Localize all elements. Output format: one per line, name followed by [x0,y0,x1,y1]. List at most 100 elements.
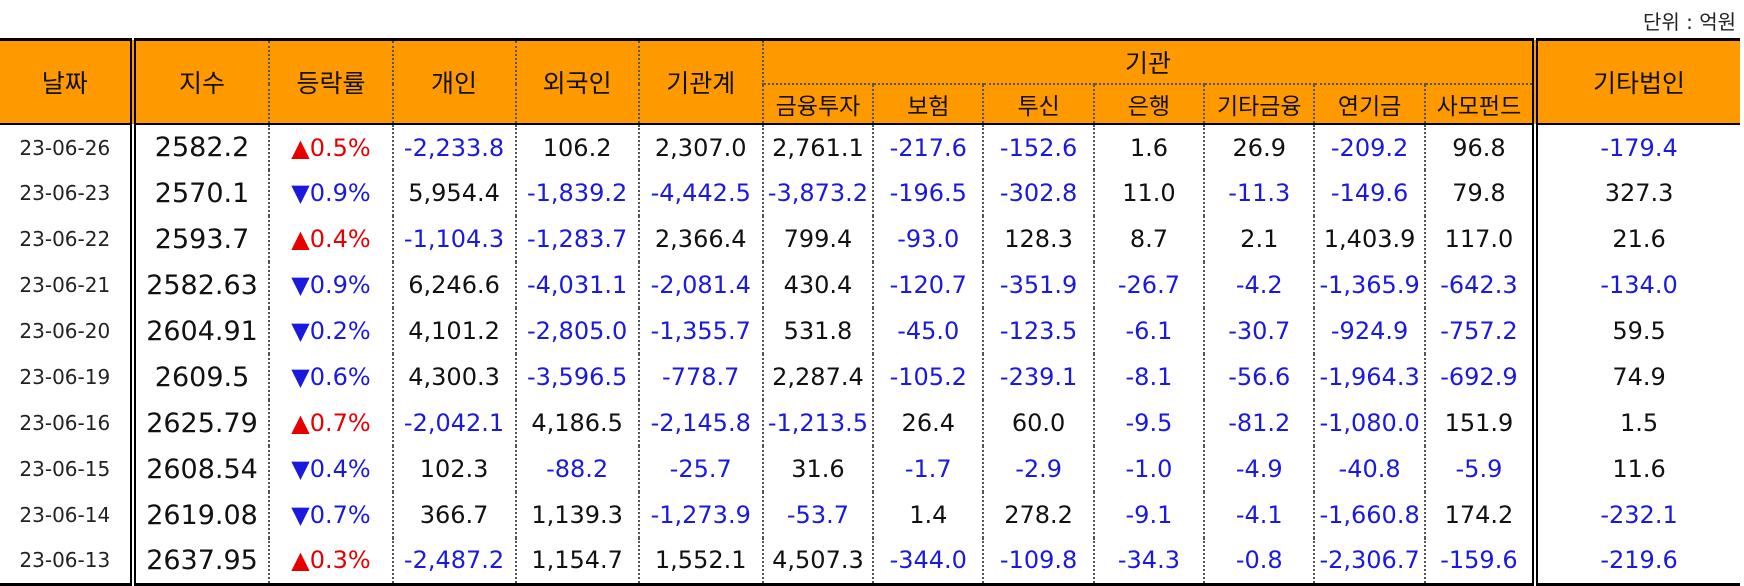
change-cell: ▲0.4% [268,216,393,262]
change-value: 0.7% [309,409,371,437]
down-triangle-icon: ▼ [291,271,310,299]
header-trust: 투신 [982,83,1094,124]
other-fin-cell: -30.7 [1203,308,1315,354]
inst-total-cell: 1,552.1 [637,538,763,584]
other-fin-cell: -81.2 [1203,400,1315,446]
inst-total-cell: -1,355.7 [637,308,763,354]
pension-cell: -1,964.3 [1313,354,1425,400]
header-inst-total: 기관계 [637,39,763,124]
trust-cell: -152.6 [982,123,1094,170]
change-cell: ▲0.3% [268,538,393,584]
date-cell: 23-06-23 [19,181,111,205]
table-row: 23-06-20 2604.91 ▼0.2% 4,101.2 -2,805.0 -1,35… [0,308,1740,354]
inst-total-cell: -25.7 [637,446,763,492]
bank-cell: 11.0 [1092,170,1205,216]
table-row: 23-06-21 2582.63 ▼0.9% 6,246.6 -4,031.1 -2,08… [0,262,1740,308]
inst-total-cell: 2,366.4 [637,216,763,262]
other-fin-cell: -4.9 [1203,446,1315,492]
fin-invest-cell: -53.7 [761,492,874,538]
change-value: 0.3% [309,546,371,575]
index-cell: 2637.95 [129,538,270,584]
index-cell: 2609.5 [129,354,270,400]
table-row: 23-06-13 2637.95 ▲0.3% -2,487.2 1,154.7 1,552… [0,538,1740,584]
date-cell: 23-06-26 [0,123,133,170]
insurance-cell: 1.4 [872,492,984,538]
insurance-cell: -120.7 [872,262,984,308]
individual-cell: -2,233.8 [391,123,516,170]
other-fin-cell: 26.9 [1203,123,1315,170]
insurance-cell: -196.5 [872,170,984,216]
header-other-fin: 기타금융 [1203,83,1315,124]
individual-cell: 366.7 [391,492,516,538]
bank-cell: 1.6 [1092,123,1205,170]
header-insurance: 보험 [872,83,984,124]
down-triangle-icon: ▼ [291,317,310,345]
pension-cell: 1,403.9 [1313,216,1425,262]
table-row: 23-06-14 2619.08 ▼0.7% 366.7 1,139.3 -1,273.9… [0,492,1740,538]
pef-cell: -757.2 [1423,308,1536,354]
up-triangle-icon: ▲ [291,225,310,253]
pension-cell: -209.2 [1313,123,1425,170]
bank-cell: -1.0 [1092,446,1205,492]
change-value: 0.6% [309,363,371,391]
fin-invest-cell: 2,287.4 [761,354,874,400]
other-fin-cell: -4.1 [1203,492,1315,538]
foreign-cell: 1,154.7 [514,538,639,584]
pef-cell: -5.9 [1423,446,1536,492]
index-cell: 2593.7 [129,216,270,262]
other-corp-cell: -219.6 [1532,538,1740,584]
individual-cell: 4,101.2 [391,308,516,354]
foreign-cell: 1,139.3 [514,492,639,538]
fin-invest-cell: 430.4 [761,262,874,308]
up-triangle-icon: ▲ [291,133,310,162]
other-corp-cell: -232.1 [1532,492,1740,538]
pension-cell: -924.9 [1313,308,1425,354]
individual-cell: 4,300.3 [391,354,516,400]
inst-total-cell: -2,145.8 [637,400,763,446]
other-corp-cell: 11.6 [1532,446,1740,492]
table-row: 23-06-23 2570.1 ▼0.9% 5,954.4 -1,839.2 -4,442… [0,170,1740,216]
date-cell: 23-06-20 [19,319,111,343]
inst-total-cell: -4,442.5 [637,170,763,216]
index-cell: 2625.79 [129,400,270,446]
inst-total-cell: -1,273.9 [637,492,763,538]
bank-cell: -26.7 [1092,262,1205,308]
pef-cell: -642.3 [1423,262,1536,308]
bank-cell: -9.5 [1092,400,1205,446]
pension-cell: -1,660.8 [1313,492,1425,538]
header-individual: 개인 [391,39,516,124]
other-corp-cell: 59.5 [1532,308,1740,354]
pef-cell: 79.8 [1423,170,1536,216]
date-cell: 23-06-22 [19,227,111,251]
header-institution-group: 기관 [761,39,1536,84]
index-cell: 2619.08 [129,492,270,538]
fin-invest-cell: 31.6 [761,446,874,492]
other-corp-cell: -134.0 [1532,262,1740,308]
inst-total-cell: 2,307.0 [637,123,763,170]
individual-cell: -2,042.1 [391,400,516,446]
header-index: 지수 [129,39,270,124]
down-triangle-icon: ▼ [291,179,310,207]
other-fin-cell: -4.2 [1203,262,1315,308]
change-cell: ▼0.9% [268,170,393,216]
date-cell: 23-06-13 [19,548,111,573]
other-fin-cell: 2.1 [1203,216,1315,262]
insurance-cell: -344.0 [872,538,984,584]
pension-cell: -1,080.0 [1313,400,1425,446]
individual-cell: 102.3 [391,446,516,492]
date-cell: 23-06-21 [19,273,111,297]
change-cell: ▼0.7% [268,492,393,538]
pension-cell: -1,365.9 [1313,262,1425,308]
table-body: 23-06-26 2582.2 ▲0.5% -2,233.8 106.2 2,307.0 2… [0,123,1740,584]
individual-cell: -1,104.3 [391,216,516,262]
individual-cell: -2,487.2 [391,538,516,584]
header-pension: 연기금 [1313,83,1425,124]
other-corp-cell: 1.5 [1532,400,1740,446]
date-cell: 23-06-15 [19,457,111,481]
foreign-cell: -2,805.0 [514,308,639,354]
header-pef: 사모펀드 [1423,83,1536,124]
fin-invest-cell: 799.4 [761,216,874,262]
other-fin-cell: -11.3 [1203,170,1315,216]
fin-invest-cell: -1,213.5 [761,400,874,446]
pef-cell: 151.9 [1423,400,1536,446]
